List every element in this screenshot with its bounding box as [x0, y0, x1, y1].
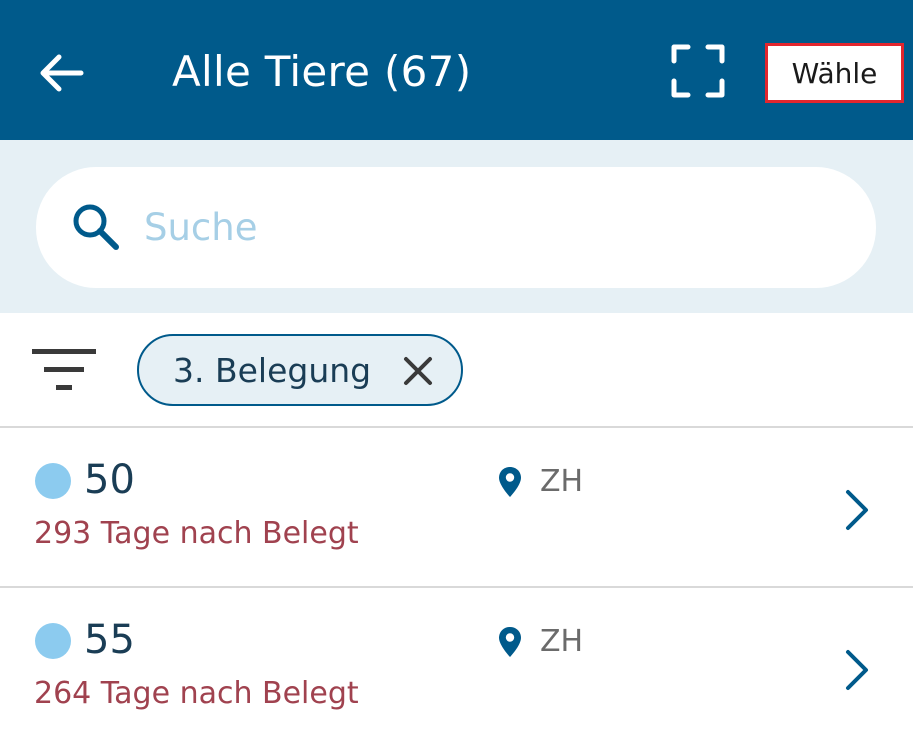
fullscreen-scan-icon [671, 44, 725, 98]
status-dot [35, 463, 71, 499]
search-input[interactable] [144, 195, 844, 259]
chevron-right-icon [846, 490, 868, 530]
animal-number: 55 [84, 617, 135, 663]
chevron-right-icon [846, 650, 868, 690]
days-label: 264 Tage nach Belegt [34, 676, 359, 711]
days-label: 293 Tage nach Belegt [34, 516, 359, 551]
search-box[interactable] [36, 167, 876, 288]
filter-row: 3. Belegung [0, 313, 913, 428]
filter-chip[interactable]: 3. Belegung [137, 334, 463, 406]
app-bar: Alle Tiere (67) Wähle [0, 0, 913, 140]
location-label: ZH [540, 464, 584, 499]
animal-number: 50 [84, 457, 135, 503]
page-title: Alle Tiere (67) [172, 47, 472, 96]
location-pin-icon [499, 467, 521, 497]
search-icon [73, 204, 119, 250]
filter-icon[interactable] [30, 347, 98, 393]
filter-chip-label: 3. Belegung [173, 350, 372, 390]
select-button[interactable]: Wähle [765, 43, 904, 103]
status-dot [35, 623, 71, 659]
list-item[interactable]: 55 264 Tage nach Belegt ZH [0, 588, 913, 744]
scan-button[interactable] [664, 38, 732, 104]
search-area [0, 140, 913, 313]
back-button[interactable] [28, 40, 94, 106]
close-icon[interactable] [402, 355, 434, 387]
arrow-left-icon [40, 54, 84, 92]
list-item[interactable]: 50 293 Tage nach Belegt ZH [0, 428, 913, 588]
location-pin-icon [499, 627, 521, 657]
location-label: ZH [540, 624, 584, 659]
